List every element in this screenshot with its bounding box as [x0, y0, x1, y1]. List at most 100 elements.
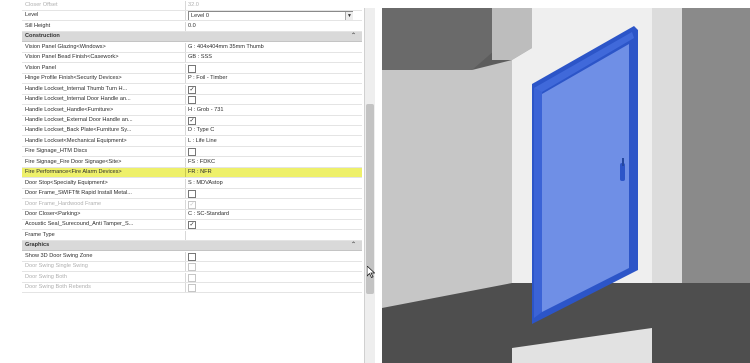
property-row[interactable]: Handle Lockset_Handle<Furniture> H : Grob…	[22, 105, 362, 116]
mouse-pointer-icon	[367, 266, 375, 278]
property-checkbox-cell[interactable]	[188, 252, 353, 261]
property-value[interactable]: S : MDVAstop	[188, 179, 353, 188]
property-label: Show 3D Door Swing Zone	[25, 252, 93, 259]
property-group-header[interactable]: Graphics ⌃	[22, 241, 362, 252]
property-checkbox[interactable]: ✓	[188, 221, 196, 230]
property-row[interactable]: Door Frame_SWIFTfit Rapid Install Metal.…	[22, 189, 362, 200]
property-checkbox-cell[interactable]	[188, 147, 353, 157]
property-value[interactable]: P : Foil - Timber	[188, 74, 353, 83]
property-label: Fire Signage_HTM Discs	[25, 148, 88, 155]
property-row[interactable]: Handle Lockset_Internal Thumb Turn H... ✓	[22, 84, 362, 95]
property-checkbox[interactable]	[188, 64, 196, 73]
property-row[interactable]: Vision Panel Glazing<Windows> G : 404x404…	[22, 42, 362, 53]
3d-view-viewport[interactable]	[382, 8, 750, 363]
property-checkbox-cell[interactable]	[188, 283, 353, 293]
property-label: Handle Lockset<Mechanical Equipment>	[25, 137, 127, 144]
property-group-header[interactable]: Construction ⌃	[22, 32, 362, 43]
property-row[interactable]: Fire Signage_Fire Door Signage<Site> FS :…	[22, 157, 362, 168]
property-row[interactable]: Hinge Profile Finish<Security Devices> P …	[22, 74, 362, 85]
collapse-chevron-icon[interactable]: ⌃	[351, 32, 356, 41]
property-row[interactable]: Acoustic Seal_Surecound_Anti Tamper_S...…	[22, 220, 362, 231]
property-value[interactable]: 0.0	[188, 22, 353, 31]
property-checkbox-cell[interactable]	[188, 262, 353, 272]
property-checkbox-cell[interactable]: ✓	[188, 200, 353, 209]
column-divider	[185, 262, 186, 272]
property-row[interactable]: Handle Lockset_External Door Handle an..…	[22, 115, 362, 126]
property-row[interactable]: Fire Performance<Fire Alarm Devices> FR :…	[22, 168, 362, 179]
property-label: Door Frame_SWIFTfit Rapid Install Metal.…	[25, 190, 132, 197]
3d-view-canvas	[382, 8, 750, 363]
property-value[interactable]: 32.0	[188, 1, 353, 10]
column-divider	[185, 74, 186, 84]
property-checkbox-cell[interactable]	[188, 273, 353, 282]
property-row[interactable]: Handle Lockset<Mechanical Equipment> L : …	[22, 136, 362, 147]
column-divider	[185, 53, 186, 63]
property-label: Handle Lockset_External Door Handle an..…	[25, 116, 133, 123]
property-row[interactable]: Door Frame_Hardwood Frame ✓	[22, 199, 362, 210]
door-inner-frame-left	[534, 88, 542, 318]
property-checkbox[interactable]	[188, 96, 196, 105]
property-row[interactable]: Door Swing Single Swing	[22, 262, 362, 273]
property-row[interactable]: Handle Lockset_Back Plate<Furniture Sy..…	[22, 126, 362, 137]
property-value[interactable]	[188, 231, 353, 240]
properties-scrollbar[interactable]	[364, 8, 375, 363]
property-label: Hinge Profile Finish<Security Devices>	[25, 75, 122, 82]
property-checkbox[interactable]: ✓	[188, 116, 196, 125]
property-label: Sill Height	[25, 22, 51, 29]
property-value[interactable]: C : SC-Standard	[188, 210, 353, 219]
property-row[interactable]: Door Swing Both	[22, 272, 362, 283]
property-row[interactable]: Level Level 0 ▼	[22, 11, 362, 22]
group-label: Graphics	[25, 242, 50, 249]
property-row[interactable]: Door Stop<Specialty Equipment> S : MDVAst…	[22, 178, 362, 189]
property-row[interactable]: Vision Panel	[22, 63, 362, 74]
property-value[interactable]: H : Grob - 731	[188, 106, 353, 115]
level-select[interactable]: Level 0 ▼	[188, 11, 353, 21]
collapse-chevron-icon[interactable]: ⌃	[351, 241, 356, 250]
property-checkbox-cell[interactable]: ✓	[188, 116, 353, 125]
property-row[interactable]: Show 3D Door Swing Zone	[22, 251, 362, 262]
property-checkbox[interactable]	[188, 190, 196, 199]
property-checkbox[interactable]	[188, 263, 196, 272]
property-value[interactable]: FR : NFR	[188, 168, 353, 177]
column-divider	[185, 1, 186, 10]
property-checkbox[interactable]	[188, 284, 196, 293]
property-checkbox[interactable]	[188, 273, 196, 282]
property-row[interactable]: Fire Signage_HTM Discs	[22, 147, 362, 158]
level-dropdown[interactable]: Level 0 ▼	[188, 11, 353, 21]
properties-panel: Closer Offset 32.0 Level Level 0 ▼ Sill Heigh…	[0, 0, 362, 363]
property-value[interactable]: FS : FDKC	[188, 158, 353, 167]
column-divider	[185, 189, 186, 199]
property-row[interactable]: Sill Height 0.0	[22, 21, 362, 32]
property-label: Door Swing Both	[25, 273, 67, 280]
column-divider	[185, 126, 186, 136]
property-checkbox[interactable]: ✓	[188, 85, 196, 94]
property-value[interactable]: GB : SSS	[188, 53, 353, 62]
property-checkbox-cell[interactable]	[188, 95, 353, 105]
property-row[interactable]: Door Swing Both Rebends	[22, 283, 362, 294]
property-checkbox-cell[interactable]	[188, 64, 353, 73]
column-divider	[185, 21, 186, 31]
door-handle-plate	[622, 158, 624, 166]
property-checkbox[interactable]: ✓	[188, 200, 196, 209]
property-checkbox-cell[interactable]: ✓	[188, 85, 353, 94]
property-checkbox[interactable]	[188, 148, 196, 157]
property-checkbox-cell[interactable]	[188, 189, 353, 199]
property-row[interactable]: Vision Panel Bead Finish<Casework> GB : S…	[22, 53, 362, 64]
property-value[interactable]: L : Life Line	[188, 137, 353, 146]
column-divider	[185, 272, 186, 282]
chevron-down-icon[interactable]: ▼	[345, 12, 353, 21]
property-checkbox[interactable]	[188, 252, 196, 261]
property-row[interactable]: Door Closer<Parking> C : SC-Standard	[22, 210, 362, 220]
property-value[interactable]: D : Type C	[188, 126, 353, 135]
property-row[interactable]: Frame Type	[22, 230, 362, 241]
property-row[interactable]: Closer Offset 32.0	[22, 1, 362, 11]
property-row[interactable]: Handle Lockset_Internal Door Handle an..…	[22, 95, 362, 106]
column-divider	[185, 210, 186, 219]
column-divider	[185, 42, 186, 52]
property-label: Vision Panel	[25, 64, 56, 71]
property-label: Level	[25, 12, 39, 19]
property-label: Handle Lockset_Internal Door Handle an..…	[25, 96, 131, 103]
property-label: Vision Panel Glazing<Windows>	[25, 43, 106, 50]
property-checkbox-cell[interactable]: ✓	[188, 220, 353, 230]
property-value[interactable]: G : 404x404mm 35mm Thumb	[188, 43, 353, 52]
